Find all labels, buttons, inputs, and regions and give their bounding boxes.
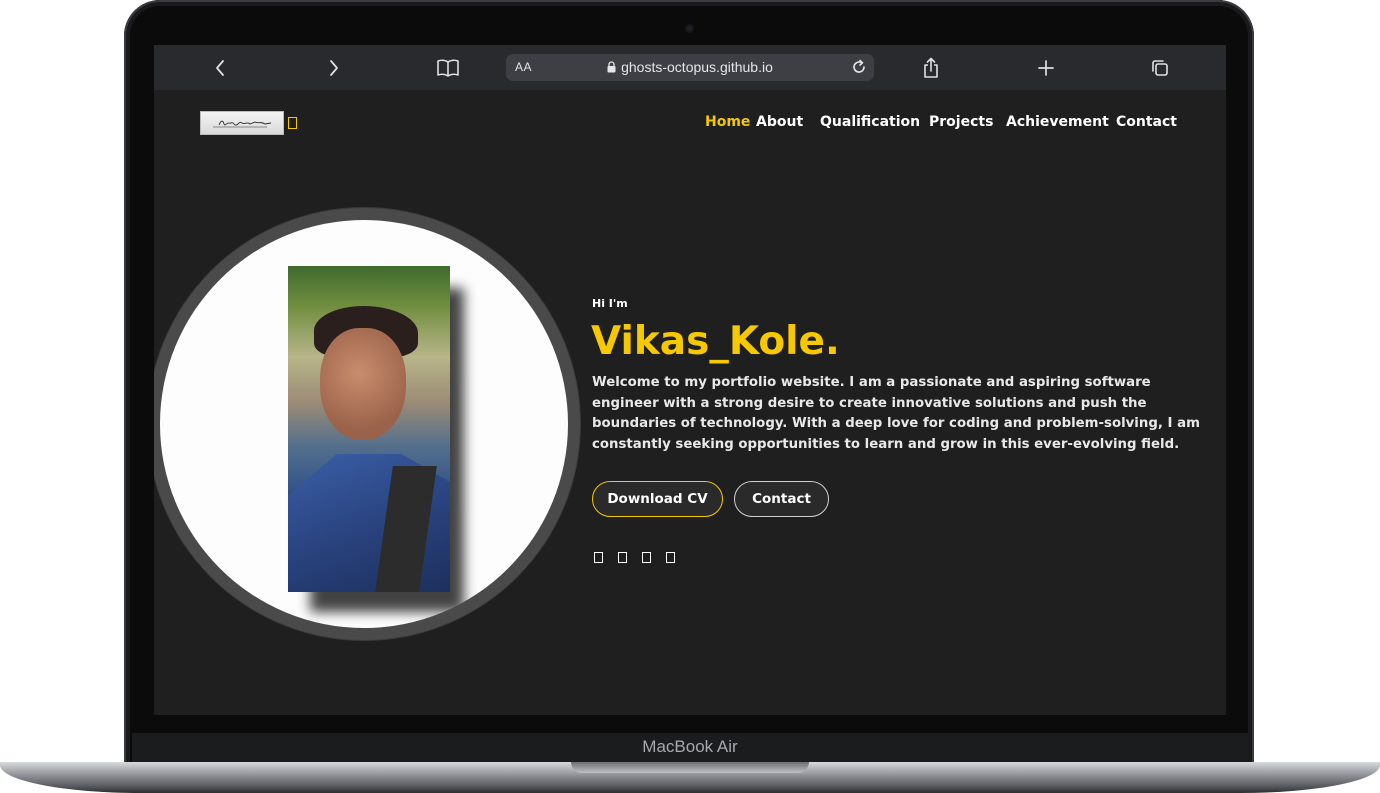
forward-icon[interactable]	[321, 55, 347, 81]
back-icon[interactable]	[207, 55, 233, 81]
nav-qualification[interactable]: Qualification	[820, 114, 920, 130]
reload-icon[interactable]	[850, 58, 868, 80]
logo-placeholder-icon	[288, 117, 297, 129]
webcam	[685, 24, 694, 33]
nav-projects[interactable]: Projects	[929, 114, 993, 130]
profile-photo	[288, 266, 450, 592]
contact-button[interactable]: Contact	[734, 481, 829, 517]
site-navbar: Home About Qualification Projects Achiev…	[154, 90, 1226, 156]
social-icon-3[interactable]	[642, 552, 651, 563]
bookmarks-icon[interactable]	[435, 55, 461, 81]
social-icon-4[interactable]	[666, 552, 675, 563]
browser-toolbar: AA ghosts-octopus.github.io	[154, 45, 1226, 90]
share-icon[interactable]	[918, 55, 944, 81]
social-icon-2[interactable]	[618, 552, 627, 563]
address-bar[interactable]: AA ghosts-octopus.github.io	[506, 54, 874, 81]
device-label: MacBook Air	[642, 737, 738, 756]
new-tab-icon[interactable]	[1033, 55, 1059, 81]
nav-contact[interactable]: Contact	[1116, 114, 1177, 130]
lock-icon	[607, 60, 616, 76]
hero-greeting: Hi I'm	[592, 297, 628, 310]
laptop-notch	[571, 762, 809, 773]
screen: AA ghosts-octopus.github.io Home About Q…	[154, 45, 1226, 715]
nav-about[interactable]: About	[756, 114, 803, 130]
url-text: ghosts-octopus.github.io	[621, 59, 773, 75]
hero-intro: Welcome to my portfolio website. I am a …	[592, 375, 1200, 452]
social-icon-1[interactable]	[594, 552, 603, 563]
tabs-overview-icon[interactable]	[1147, 55, 1173, 81]
profile-photo-frame	[160, 220, 568, 628]
nav-home[interactable]: Home	[705, 114, 750, 130]
hero-name: Vikas_Kole.	[591, 319, 840, 364]
photo-face	[320, 328, 406, 440]
nav-achievement[interactable]: Achievement	[1006, 114, 1109, 130]
site-logo[interactable]	[200, 111, 284, 135]
download-cv-button[interactable]: Download CV	[592, 481, 723, 517]
